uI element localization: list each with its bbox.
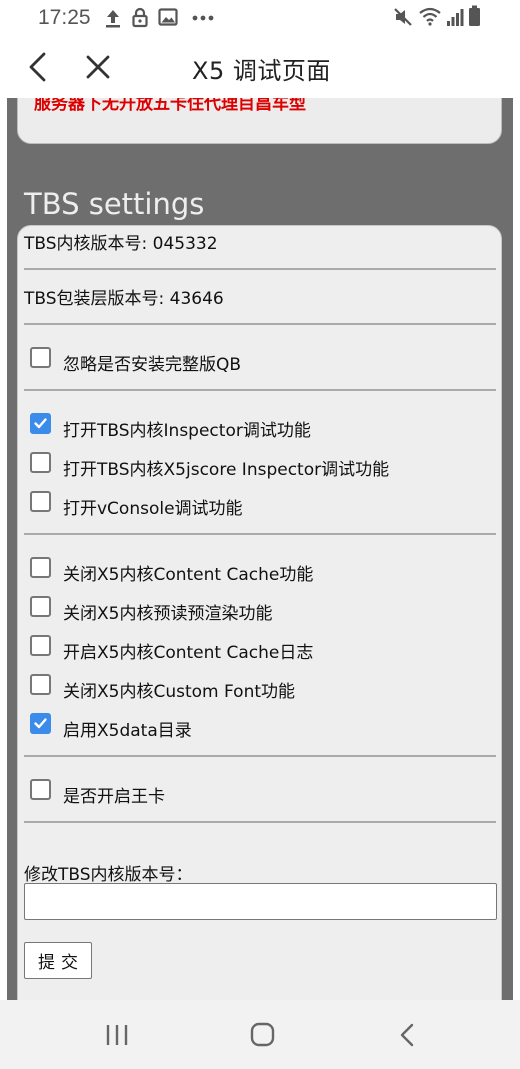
divider bbox=[24, 821, 496, 823]
close-icon bbox=[86, 55, 110, 79]
recent-apps-icon bbox=[106, 1025, 128, 1045]
upload-icon bbox=[106, 10, 120, 28]
core-version-text: TBS内核版本号: 045332 bbox=[24, 234, 218, 254]
title-bar: X5 调试页面 bbox=[0, 36, 520, 98]
submit-button[interactable]: 提交 bbox=[24, 942, 92, 979]
mute-icon bbox=[394, 8, 412, 26]
top-card-text: 服务器下无开放五卡住代理目昌车型 bbox=[34, 98, 306, 114]
image-icon bbox=[158, 8, 178, 26]
version-input-label: 修改TBS内核版本号： bbox=[24, 865, 193, 885]
option-ignore-full-qb[interactable]: 忽略是否安装完整版QB bbox=[30, 343, 241, 375]
checkbox[interactable] bbox=[30, 712, 51, 734]
chevron-left-icon bbox=[29, 52, 46, 82]
version-input[interactable] bbox=[24, 883, 497, 920]
checkbox[interactable] bbox=[30, 346, 51, 368]
checkmark-icon bbox=[34, 417, 47, 428]
home-button[interactable] bbox=[242, 1018, 282, 1052]
option-vconsole[interactable]: 打开vConsole调试功能 bbox=[30, 487, 243, 519]
recent-apps-button[interactable] bbox=[98, 1018, 138, 1052]
option-x5jscore-inspector[interactable]: 打开TBS内核X5jscore Inspector调试功能 bbox=[30, 448, 389, 480]
wifi-icon bbox=[419, 7, 441, 26]
option-label: 关闭X5内核预读预渲染功能 bbox=[63, 603, 273, 624]
option-label: 是否开启王卡 bbox=[63, 786, 165, 807]
checkbox[interactable] bbox=[30, 673, 51, 695]
option-disable-prerender[interactable]: 关闭X5内核预读预渲染功能 bbox=[30, 592, 272, 624]
option-content-cache-log[interactable]: 开启X5内核Content Cache日志 bbox=[30, 631, 313, 663]
nav-back-button[interactable] bbox=[388, 1018, 428, 1052]
divider bbox=[24, 755, 496, 757]
divider bbox=[24, 533, 496, 535]
back-icon bbox=[400, 1023, 414, 1047]
battery-icon bbox=[469, 5, 480, 26]
checkbox[interactable] bbox=[30, 556, 51, 578]
navigation-bar bbox=[0, 1000, 520, 1069]
more-dots-icon bbox=[192, 15, 214, 21]
option-label: 启用X5data目录 bbox=[63, 720, 192, 741]
checkbox[interactable] bbox=[30, 778, 51, 800]
option-label: 关闭X5内核Content Cache功能 bbox=[63, 564, 314, 585]
option-tbs-inspector[interactable]: 打开TBS内核Inspector调试功能 bbox=[30, 409, 311, 441]
checkmark-icon bbox=[34, 717, 47, 728]
status-bar: 17:25 bbox=[0, 0, 520, 36]
signal-icon bbox=[447, 9, 464, 26]
option-label: 关闭X5内核Custom Font功能 bbox=[63, 681, 296, 702]
option-label: 打开TBS内核X5jscore Inspector调试功能 bbox=[63, 459, 390, 480]
tbs-settings-heading: TBS settings bbox=[24, 187, 205, 221]
home-icon bbox=[250, 1022, 275, 1047]
divider bbox=[24, 323, 496, 325]
checkbox[interactable] bbox=[30, 451, 51, 473]
option-label: 开启X5内核Content Cache日志 bbox=[63, 642, 314, 663]
divider bbox=[24, 389, 496, 391]
package-version-text: TBS包装层版本号: 43646 bbox=[24, 289, 224, 309]
lock-icon bbox=[132, 7, 148, 28]
web-content: 服务器下无开放五卡住代理目昌车型 TBS settings TBS内核版本号: … bbox=[0, 98, 520, 1000]
option-label: 打开vConsole调试功能 bbox=[63, 498, 243, 519]
option-disable-custom-font[interactable]: 关闭X5内核Custom Font功能 bbox=[30, 670, 295, 702]
top-card: 服务器下无开放五卡住代理目昌车型 bbox=[17, 98, 502, 144]
checkbox[interactable] bbox=[30, 595, 51, 617]
status-time: 17:25 bbox=[38, 6, 91, 29]
option-wangka[interactable]: 是否开启王卡 bbox=[30, 775, 165, 807]
checkbox[interactable] bbox=[30, 490, 51, 512]
close-button[interactable] bbox=[78, 46, 118, 88]
divider bbox=[24, 268, 496, 270]
option-disable-content-cache[interactable]: 关闭X5内核Content Cache功能 bbox=[30, 553, 313, 585]
checkbox[interactable] bbox=[30, 634, 51, 656]
page-title: X5 调试页面 bbox=[192, 57, 331, 85]
option-x5data-directory[interactable]: 启用X5data目录 bbox=[30, 709, 192, 741]
checkbox[interactable] bbox=[30, 412, 51, 434]
back-button[interactable] bbox=[20, 46, 60, 88]
option-label: 忽略是否安装完整版QB bbox=[63, 354, 242, 375]
tbs-settings-card: TBS内核版本号: 045332 TBS包装层版本号: 43646 忽略是否安装… bbox=[17, 225, 502, 1000]
option-label: 打开TBS内核Inspector调试功能 bbox=[63, 420, 311, 441]
